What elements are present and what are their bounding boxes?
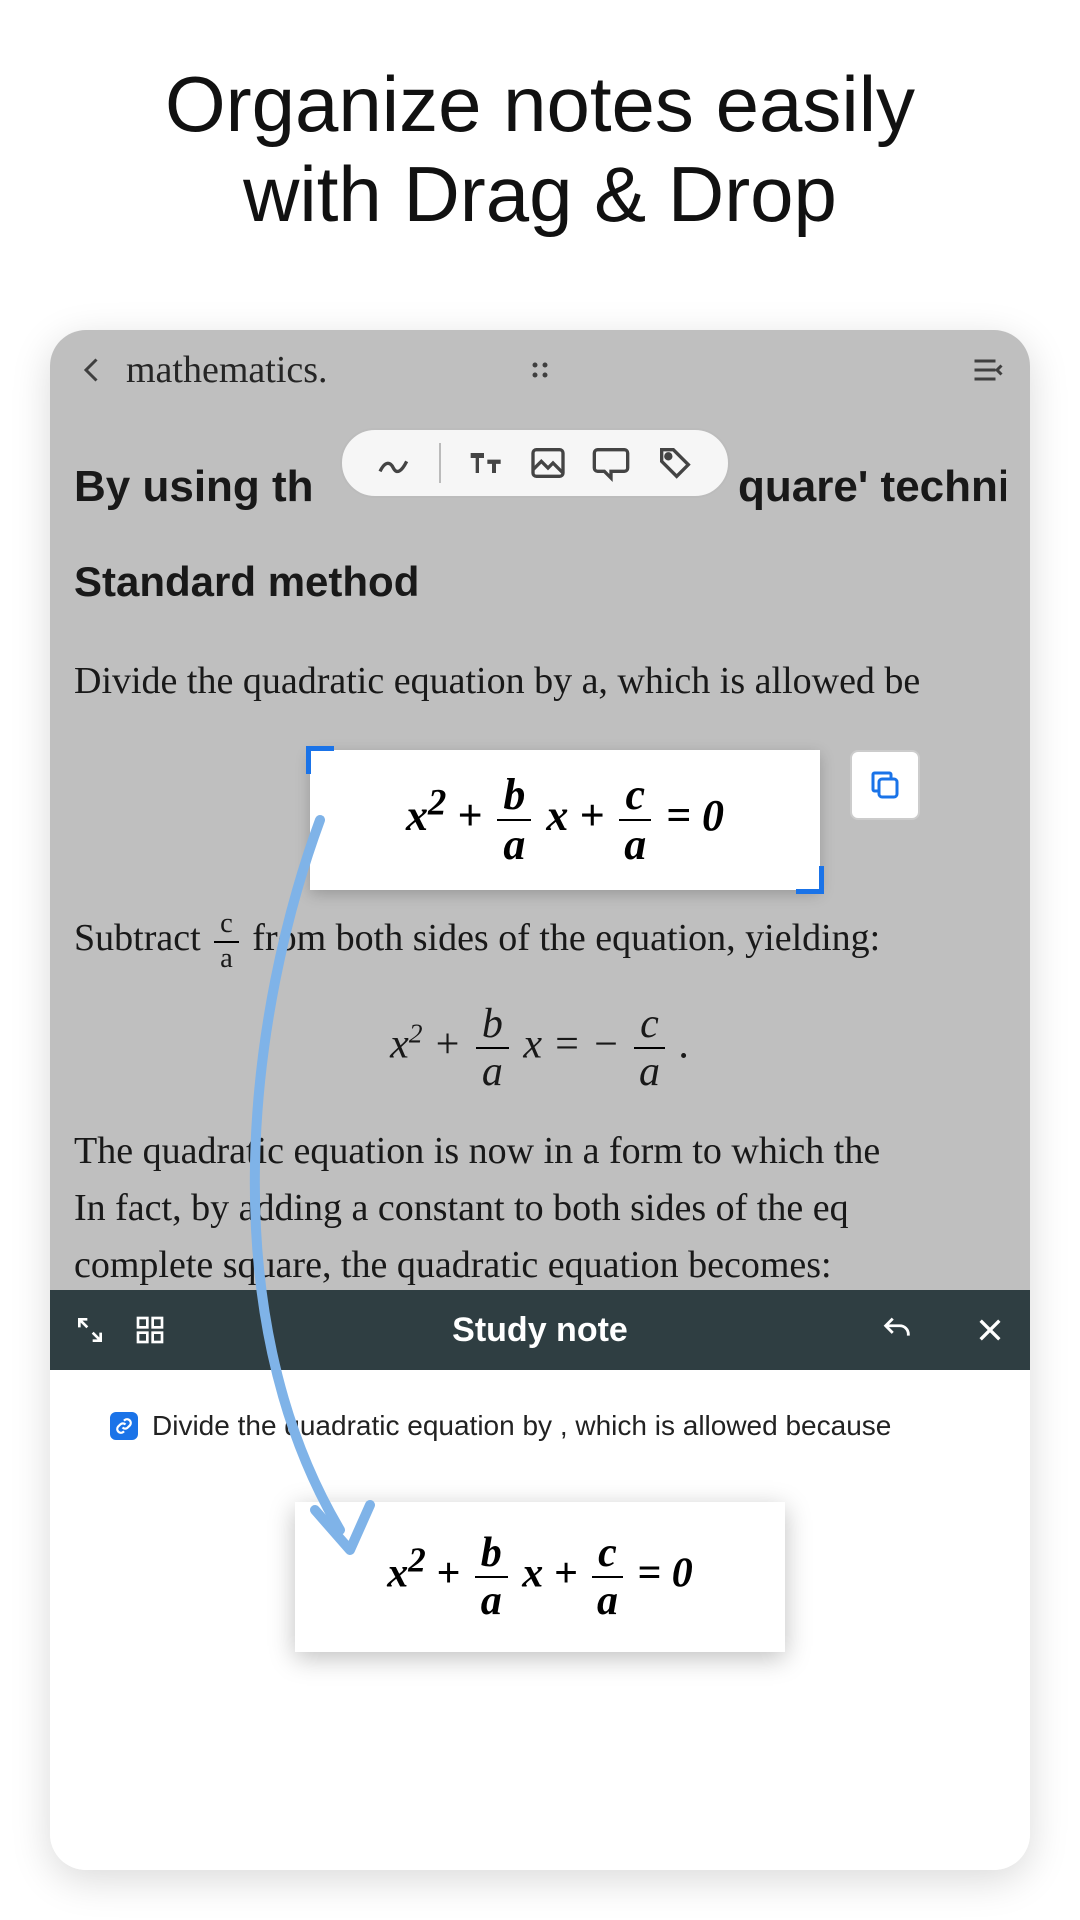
para2-after: from both sides of the equation, yieldin… (252, 917, 880, 959)
paragraph-3: The quadratic equation is now in a form … (74, 1123, 1006, 1294)
eq-x-lin: x (523, 1022, 542, 1068)
d: a (482, 1049, 503, 1093)
frac-den: a (220, 943, 233, 974)
equation-2: x2 + ba x = − ca . (74, 1003, 1006, 1093)
app-bar: mathematics. (50, 330, 1030, 410)
lead-text-before: By using th (74, 462, 314, 511)
device-frame: mathematics. (50, 330, 1030, 1870)
back-icon[interactable] (74, 352, 110, 388)
undo-icon[interactable] (880, 1313, 914, 1347)
promo-line-1: Organize notes easily (165, 60, 915, 148)
paragraph-2: Subtract c a from both sides of the equa… (74, 910, 1006, 973)
format-toolbar (340, 428, 730, 498)
para2-before: Subtract (74, 917, 201, 959)
p3l2: In fact, by adding a constant to both si… (74, 1187, 849, 1229)
scribble-icon[interactable] (375, 443, 415, 483)
promo-headline: Organize notes easily with Drag & Drop (0, 60, 1080, 239)
copy-button[interactable] (850, 750, 920, 820)
frac-b-a: ba (476, 1003, 509, 1093)
selection-corner-br (796, 866, 824, 894)
p3l3: complete square, the quadratic equation … (74, 1244, 832, 1286)
note-panel: Divide the quadratic equation by , which… (50, 1370, 1030, 1870)
eq-plus-1: + (433, 1022, 472, 1068)
paragraph-1: Divide the quadratic equation by a, whic… (74, 653, 1006, 710)
p3l1: The quadratic equation is now in a form … (74, 1130, 880, 1172)
equation-text: x2 + ba x + ca = 0 (406, 773, 724, 867)
note-link-row[interactable]: Divide the quadratic equation by , which… (110, 1400, 970, 1472)
d: a (639, 1049, 660, 1093)
study-note-bar: Study note (50, 1290, 1030, 1370)
page-title: mathematics. (126, 348, 328, 392)
eq-eqminus: = − (552, 1022, 619, 1068)
eq-sup: 2 (409, 1019, 423, 1049)
inline-fraction-c-over-a: c a (214, 910, 239, 973)
note-text: Divide the quadratic equation by , which… (152, 1410, 891, 1442)
collapse-list-icon[interactable] (970, 352, 1006, 388)
expand-icon[interactable] (74, 1314, 106, 1346)
frac-num: c (214, 910, 239, 943)
lead-text-after: quare' technique (738, 462, 1006, 511)
drag-source-equation[interactable]: x2 + ba x + ca = 0 (310, 750, 820, 890)
image-icon[interactable] (528, 443, 568, 483)
promo-line-2: with Drag & Drop (243, 150, 837, 238)
study-note-label: Study note (452, 1311, 628, 1350)
link-icon (110, 1412, 138, 1440)
grid-icon[interactable] (134, 1314, 166, 1346)
chat-bubble-icon[interactable] (591, 443, 631, 483)
tag-icon[interactable] (655, 443, 695, 483)
close-icon[interactable] (974, 1314, 1006, 1346)
toolbar-separator (439, 443, 441, 483)
text-format-icon[interactable] (464, 443, 504, 483)
n: c (634, 1003, 665, 1049)
frac-c-a: ca (634, 1003, 665, 1093)
drop-target-equation[interactable]: x2 + ba x + ca = 0 (295, 1502, 785, 1652)
selection-corner-tl (306, 746, 334, 774)
eq-x: x (390, 1022, 409, 1068)
n: b (476, 1003, 509, 1049)
drag-handle-icon[interactable] (525, 355, 555, 385)
equation-text: x2 + ba x + ca = 0 (387, 1532, 692, 1622)
section-heading: Standard method (74, 550, 1006, 613)
eq-dot: . (679, 1022, 690, 1068)
